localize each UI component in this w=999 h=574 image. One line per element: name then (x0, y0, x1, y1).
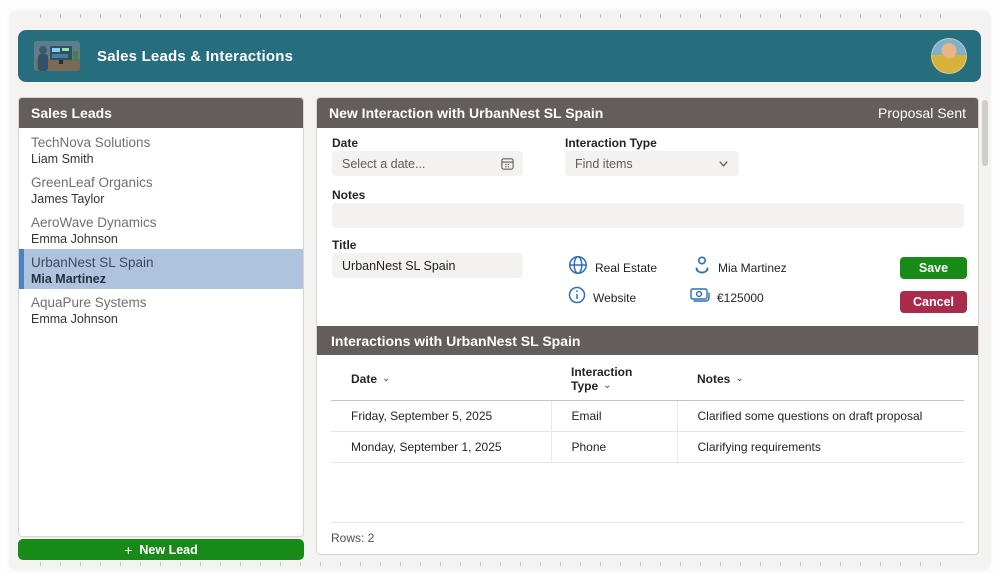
app-screenshot: Sales Leads & Interactions Sales Leads T… (0, 0, 999, 574)
lead-list: TechNova Solutions Liam Smith GreenLeaf … (19, 128, 303, 329)
lead-company: UrbanNest SL Spain (31, 255, 154, 270)
row-count: Rows: 2 (331, 531, 375, 545)
interaction-type-combobox[interactable] (565, 151, 739, 176)
lead-item-greenleaf[interactable]: GreenLeaf Organics James Taylor (19, 169, 303, 209)
lead-item-aerowave[interactable]: AeroWave Dynamics Emma Johnson (19, 209, 303, 249)
notes-label: Notes (332, 188, 366, 202)
interaction-form-panel: New Interaction with UrbanNest SL Spain … (316, 97, 979, 555)
interactions-title: Interactions with UrbanNest SL Spain (331, 332, 581, 349)
lead-company: AquaPure Systems (31, 295, 147, 310)
lead-item-aquapure[interactable]: AquaPure Systems Emma Johnson (19, 289, 303, 329)
cell-notes: Clarified some questions on draft propos… (676, 400, 964, 432)
interactions-table: Date Interaction Type Notes Friday, Sept… (331, 360, 964, 463)
industry-detail: Real Estate (567, 253, 657, 277)
table-row[interactable]: Monday, September 1, 2025 Phone Clarifyi… (331, 431, 964, 463)
lead-contact: Mia Martinez (31, 271, 107, 286)
date-field-wrap (332, 151, 523, 176)
sales-leads-title: Sales Leads (31, 105, 112, 121)
interactions-header: Interactions with UrbanNest SL Spain (317, 326, 978, 355)
lead-contact: Liam Smith (31, 151, 94, 166)
column-header-date[interactable]: Date (331, 360, 551, 401)
scrollbar-thumb[interactable] (982, 100, 988, 166)
lead-item-urbannest-selected[interactable]: UrbanNest SL Spain Mia Martinez (19, 249, 303, 289)
lead-contact: Emma Johnson (31, 231, 118, 246)
lead-company: GreenLeaf Organics (31, 175, 153, 190)
globe-icon (569, 256, 587, 274)
money-icon (690, 288, 710, 302)
calendar-icon[interactable] (500, 156, 515, 171)
user-avatar[interactable] (931, 38, 967, 74)
save-button[interactable]: Save (900, 257, 967, 279)
cancel-button[interactable]: Cancel (900, 291, 967, 313)
table-row[interactable]: Friday, September 5, 2025 Email Clarifie… (331, 400, 964, 432)
contact-label: Mia Martinez (718, 261, 787, 275)
contact-detail: Mia Martinez (692, 253, 787, 277)
info-icon (568, 286, 586, 304)
cell-notes: Clarifying requirements (676, 431, 964, 463)
title-input[interactable] (332, 253, 523, 278)
sales-leads-header: Sales Leads (19, 98, 303, 128)
lead-contact: Emma Johnson (31, 311, 118, 326)
plus-icon: + (124, 541, 133, 558)
lead-company: AeroWave Dynamics (31, 215, 157, 230)
ruler-ticks-bottom (40, 562, 959, 566)
person-icon (695, 256, 709, 274)
website-detail: Website (567, 283, 636, 307)
cell-type: Phone (550, 431, 677, 463)
column-header-notes[interactable]: Notes (677, 360, 964, 401)
chevron-down-icon[interactable] (716, 156, 731, 171)
industry-label: Real Estate (595, 261, 658, 275)
date-input[interactable] (332, 151, 523, 176)
notes-input[interactable] (332, 203, 964, 228)
interaction-type-label: Interaction Type (565, 136, 657, 150)
date-label: Date (332, 136, 359, 150)
table-footer-divider (331, 522, 964, 523)
interaction-type-wrap (565, 151, 739, 176)
table-header-row: Date Interaction Type Notes (331, 360, 964, 401)
lead-item-technova[interactable]: TechNova Solutions Liam Smith (19, 129, 303, 169)
lead-company: TechNova Solutions (31, 135, 151, 150)
deal-value-label: €125000 (717, 291, 764, 305)
sales-leads-panel: Sales Leads TechNova Solutions Liam Smit… (18, 97, 304, 537)
title-label: Title (332, 238, 357, 252)
ruler-ticks-top (40, 14, 959, 18)
app-title: Sales Leads & Interactions (97, 47, 294, 65)
app-logo (34, 41, 80, 71)
cell-date: Friday, September 5, 2025 (331, 400, 551, 432)
design-canvas: Sales Leads & Interactions Sales Leads T… (10, 12, 989, 569)
new-lead-button[interactable]: + New Lead (18, 539, 304, 560)
deal-value-detail: €125000 (689, 283, 764, 307)
cell-date: Monday, September 1, 2025 (331, 431, 551, 463)
form-title: New Interaction with UrbanNest SL Spain (329, 105, 604, 121)
cell-type: Email (550, 400, 677, 432)
lead-contact: James Taylor (31, 191, 105, 206)
status-badge: Proposal Sent (878, 105, 966, 121)
new-lead-label: New Lead (139, 542, 198, 557)
column-header-interaction-type[interactable]: Interaction Type (551, 360, 677, 401)
app-header: Sales Leads & Interactions (18, 30, 981, 82)
form-header: New Interaction with UrbanNest SL Spain … (317, 98, 978, 128)
website-label: Website (593, 291, 637, 305)
